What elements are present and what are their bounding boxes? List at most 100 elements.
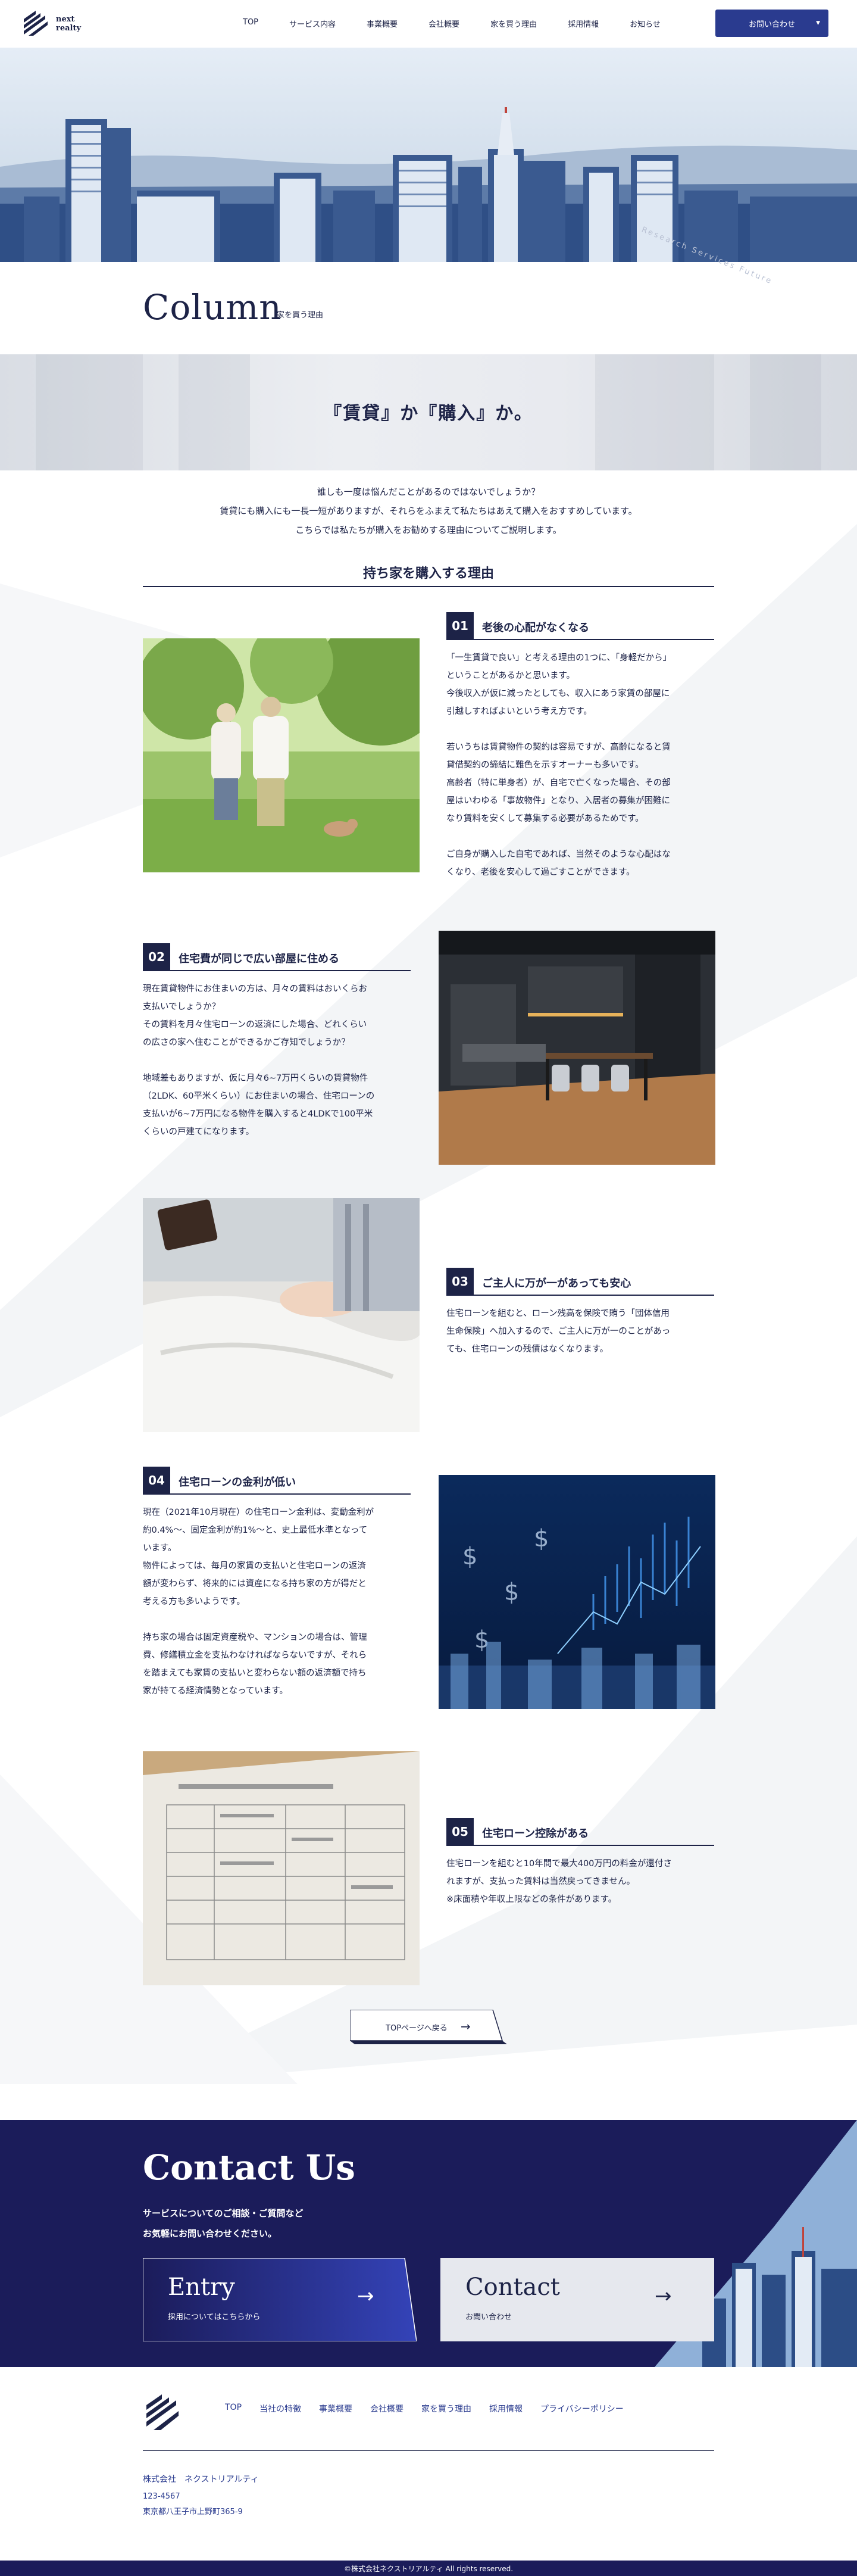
page: next realty TOP サービス内容 事業概要 会社概要 家を買う理由 …	[0, 0, 857, 2576]
nav-company[interactable]: 会社概要	[428, 18, 459, 29]
body-line: れますが、支払った賃料は当然戻ってきません。	[446, 1877, 636, 1886]
caret-down-icon: ▼	[816, 20, 820, 26]
logo-mark-icon	[146, 2394, 179, 2430]
arrow-right-icon: →	[357, 2284, 374, 2308]
reason-05-heading: 05 住宅ローン控除がある	[446, 1818, 714, 1846]
contact-button-label: お問い合わせ	[748, 20, 795, 29]
reason-title: 住宅ローンの金利が低い	[179, 1476, 296, 1489]
reason-number: 01	[446, 612, 474, 640]
contact-description: サービスについてのご相談・ご質問など お気軽にお問い合わせください。	[143, 2203, 304, 2244]
company-address: 東京都八王子市上野町365-9	[143, 2508, 243, 2516]
nav-business[interactable]: 事業概要	[367, 18, 398, 29]
body-line: 支払いでしょうか？	[143, 1002, 221, 1012]
footer-nav-privacy[interactable]: プライバシーポリシー	[540, 2403, 624, 2415]
contact-card-title: Contact	[465, 2274, 560, 2301]
banner-title: 『賃貸』か『購入』か。	[324, 403, 533, 424]
contact-button[interactable]: お問い合わせ ▼	[715, 10, 828, 37]
footer-nav-top[interactable]: TOP	[225, 2403, 242, 2415]
city-skyline-illustration	[0, 107, 857, 262]
back-to-top-button[interactable]: TOPページへ戻る →	[350, 2010, 507, 2044]
reason-01-heading: 01 老後の心配がなくなる	[446, 612, 714, 640]
body-line: その賃料を月々住宅ローンの返済にした場合、どれくらい	[143, 1020, 367, 1030]
intro-line: 賃貸にも購入にも一長一短がありますが、それらをふまえて私たちはあえて購入をおすす…	[220, 506, 637, 516]
body-line: 家が持てる経済情勢となっています。	[143, 1686, 288, 1696]
logo-line1: next	[56, 15, 75, 24]
reason-02-image	[439, 931, 715, 1165]
reason-number: 03	[446, 1268, 474, 1295]
body-line: 若いうちは賃貸物件の契約は容易ですが、高齢になると賃	[446, 743, 671, 752]
body-line: 考える方も多いようです。	[143, 1597, 245, 1607]
body-line: 高齢者（特に単身者）が、自宅で亡くなった場合、その部	[446, 778, 671, 788]
body-line: 地域差もありますが、仮に月々6~7万円くらいの賃貸物件	[143, 1074, 368, 1083]
body-line: 物件によっては、毎月の家賃の支払いと住宅ローンの返済	[143, 1561, 366, 1571]
section-heading: 持ち家を購入する理由	[362, 566, 494, 581]
svg-text:$: $	[462, 1543, 477, 1570]
reason-01-body: 「一生賃貸で良い」と考える理由の1つに、「身軽だから」 ということがあるかと思い…	[446, 649, 714, 881]
body-line: くらいの戸建てになります。	[143, 1127, 255, 1137]
reason-number: 02	[143, 943, 170, 971]
contact-section: Contact Us サービスについてのご相談・ご質問など お気軽にお問い合わせ…	[0, 2120, 857, 2367]
footer-nav-business[interactable]: 事業概要	[319, 2403, 352, 2415]
finance-chart-photo: $$$$	[439, 1475, 715, 1709]
footer-divider	[143, 2450, 714, 2451]
site-footer: TOP 当社の特徴 事業概要 会社概要 家を買う理由 採用情報 プライバシーポリ…	[0, 2367, 857, 2561]
body-line: 支払いが6~7万円になる物件を購入すると4LDKで100平米	[143, 1109, 373, 1119]
body-line: ということがあるかと思います。	[446, 671, 575, 681]
body-line: なり賃料を安くして募集する必要があるためです。	[446, 814, 644, 824]
body-line: ても、住宅ローンの残債はなくなります。	[446, 1345, 609, 1354]
body-line: 屋はいわゆる「事故物件」となり、入居者の募集が困難に	[446, 796, 670, 806]
footer-logo[interactable]	[143, 2391, 182, 2436]
contact-card-button[interactable]: Contact お問い合わせ →	[440, 2258, 714, 2341]
diagonal-background	[0, 524, 857, 2084]
body-line: 現在賃貸物件にお住まいの方は、月々の賃料はおいくらお	[143, 984, 367, 994]
nav-news[interactable]: お知らせ	[630, 18, 661, 29]
body-line: 今後収入が仮に減ったとしても、収入にあう家賃の部屋に	[446, 689, 670, 698]
nav-reasons[interactable]: 家を買う理由	[490, 18, 537, 29]
main-nav: TOP サービス内容 事業概要 会社概要 家を買う理由 採用情報 お知らせ	[243, 18, 692, 29]
body-line: 住宅ローンを組むと、ローン残高を保険で賄う「団体信用	[446, 1309, 670, 1318]
entry-subtitle: 採用についてはこちらから	[168, 2313, 261, 2322]
contact-card-subtitle: お問い合わせ	[465, 2313, 512, 2322]
footer-nav-recruit[interactable]: 採用情報	[489, 2403, 523, 2415]
intro-line: 誰しも一度は悩んだことがあるのではないでしょうか？	[317, 486, 540, 497]
reason-03-heading: 03 ご主人に万が一があっても安心	[446, 1268, 714, 1296]
reason-02-heading: 02 住宅費が同じで広い部屋に住める	[143, 943, 411, 971]
arrow-right-icon: →	[461, 2019, 471, 2034]
logo[interactable]: next realty	[21, 8, 81, 39]
elderly-couple-walking-photo	[143, 638, 420, 872]
page-subtitle: 家を買う理由	[277, 311, 324, 320]
reason-04-image: $ $ $ $	[439, 1475, 715, 1709]
nav-top[interactable]: TOP	[243, 18, 258, 29]
nav-services[interactable]: サービス内容	[289, 18, 336, 29]
question-banner: 『賃貸』か『購入』か。	[0, 354, 857, 470]
body-line: 「一生賃貸で良い」と考える理由の1つに、「身軽だから」	[446, 653, 672, 663]
page-title-area: Column 家を買う理由 Research Services Future	[0, 225, 857, 354]
svg-text:$: $	[534, 1525, 549, 1552]
body-line: 貸借契約の締結に難色を示すオーナーも多いです。	[446, 760, 644, 770]
body-line: （2LDK、60平米くらい）にお住まいの場合、住宅ローンの	[143, 1091, 375, 1101]
reason-number: 05	[446, 1818, 474, 1845]
body-line: 現在（2021年10月現在）の住宅ローン金利は、変動金利が	[143, 1508, 374, 1517]
body-line: ご自身が購入した自宅であれば、当然そのような心配はな	[446, 850, 671, 859]
body-line: います。	[143, 1543, 177, 1553]
company-name: 株式会社 ネクストリアルティ	[143, 2475, 259, 2484]
footer-nav-company[interactable]: 会社概要	[370, 2403, 404, 2415]
reason-number: 04	[143, 1467, 170, 1494]
nav-recruit[interactable]: 採用情報	[568, 18, 599, 29]
footer-nav-reasons[interactable]: 家を買う理由	[421, 2403, 471, 2415]
entry-card-button[interactable]: Entry 採用についてはこちらから →	[143, 2258, 417, 2341]
page-title: Column	[143, 287, 282, 328]
contact-text-line: サービスについてのご相談・ご質問など	[143, 2208, 304, 2219]
logo-text: next realty	[56, 15, 81, 33]
site-header: next realty TOP サービス内容 事業概要 会社概要 家を買う理由 …	[0, 0, 857, 48]
modern-kitchen-photo	[439, 931, 715, 1165]
footer-nav-features[interactable]: 当社の特徴	[259, 2403, 301, 2415]
reason-title: 住宅費が同じで広い部屋に住める	[179, 953, 339, 965]
reason-03-image	[143, 1198, 420, 1432]
intro-line: こちらでは私たちが購入をお勧めする理由についてご説明します。	[295, 525, 562, 535]
back-to-top-label: TOPページへ戻る	[386, 2024, 448, 2033]
svg-text:$: $	[504, 1579, 519, 1606]
reason-04-heading: 04 住宅ローンの金利が低い	[143, 1467, 411, 1495]
body-line: 住宅ローンを組むと10年間で最大400万円の料金が還付さ	[446, 1859, 672, 1869]
hospital-bed-photo	[143, 1198, 420, 1432]
